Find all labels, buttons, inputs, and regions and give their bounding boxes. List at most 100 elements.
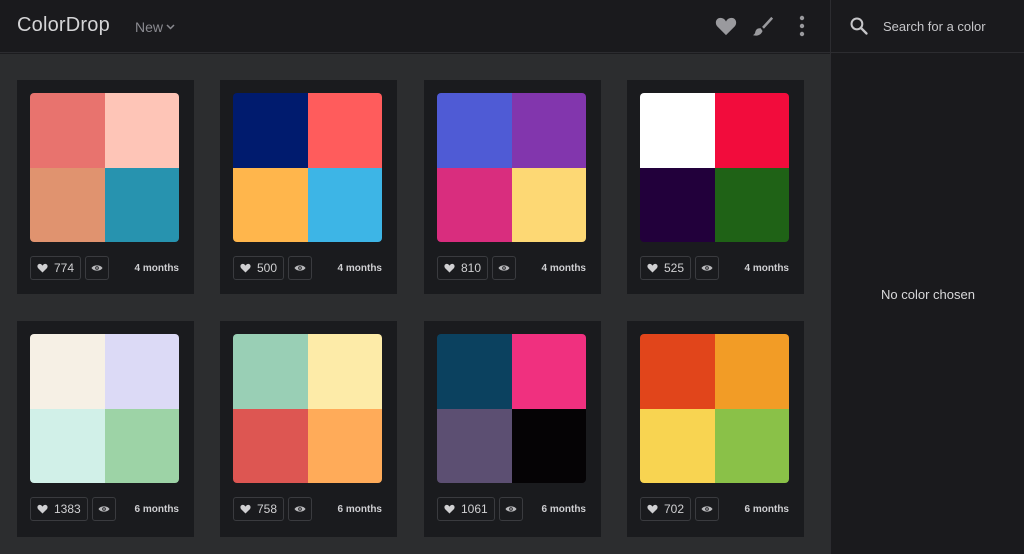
color-swatch[interactable]	[640, 408, 715, 483]
color-swatch[interactable]	[437, 167, 512, 242]
view-palette-button[interactable]	[695, 497, 720, 521]
palette-card[interactable]: 758 6 months	[220, 321, 397, 537]
palette-swatch[interactable]	[640, 93, 789, 242]
sort-filter-dropdown[interactable]: New	[135, 19, 175, 35]
like-button[interactable]: 525	[640, 256, 692, 280]
palette-age: 6 months	[337, 503, 382, 515]
view-palette-button[interactable]	[498, 497, 523, 521]
palette-age: 4 months	[541, 262, 586, 274]
palette-swatch[interactable]	[233, 334, 382, 483]
palette-grid: 774 4 months 500 4 months 810 4 months 525 4 mo…	[0, 54, 830, 554]
card-footer: 774 4 months	[30, 255, 179, 281]
create-palette-button[interactable]	[751, 12, 775, 40]
color-swatch[interactable]	[511, 93, 586, 168]
eye-icon	[294, 265, 306, 271]
like-button[interactable]: 1061	[437, 497, 495, 521]
palette-card[interactable]: 702 6 months	[627, 321, 804, 537]
palette-card[interactable]: 525 4 months	[627, 80, 804, 294]
like-button[interactable]: 1383	[30, 497, 88, 521]
palette-swatch[interactable]	[437, 334, 586, 483]
filter-label: New	[135, 19, 164, 35]
color-swatch[interactable]	[104, 167, 179, 242]
color-swatch[interactable]	[437, 408, 512, 483]
palette-age: 4 months	[337, 262, 382, 274]
color-swatch[interactable]	[233, 93, 308, 168]
color-swatch[interactable]	[640, 334, 715, 409]
palette-age: 6 months	[744, 503, 789, 515]
heart-icon	[444, 504, 455, 514]
no-color-message: No color chosen	[881, 287, 975, 302]
color-swatch[interactable]	[233, 334, 308, 409]
search-input[interactable]	[883, 18, 1013, 34]
palette-swatch[interactable]	[233, 93, 382, 242]
like-button[interactable]: 774	[30, 256, 82, 280]
color-swatch[interactable]	[307, 167, 382, 242]
color-swatch[interactable]	[104, 334, 179, 409]
heart-icon	[37, 263, 48, 273]
color-swatch[interactable]	[104, 408, 179, 483]
like-button[interactable]: 810	[437, 256, 489, 280]
color-swatch[interactable]	[437, 93, 512, 168]
color-swatch[interactable]	[233, 167, 308, 242]
palette-age: 6 months	[541, 503, 586, 515]
chevron-down-icon	[166, 24, 175, 30]
color-swatch[interactable]	[233, 408, 308, 483]
heart-icon	[444, 263, 455, 273]
color-swatch[interactable]	[104, 93, 179, 168]
color-swatch[interactable]	[714, 408, 789, 483]
color-swatch[interactable]	[30, 93, 105, 168]
color-swatch[interactable]	[714, 334, 789, 409]
palette-card[interactable]: 774 4 months	[17, 80, 194, 294]
eye-icon	[498, 265, 510, 271]
view-palette-button[interactable]	[288, 256, 313, 280]
heart-icon	[240, 263, 251, 273]
card-footer: 702 6 months	[640, 496, 789, 522]
search-bar[interactable]	[831, 0, 1024, 53]
like-button[interactable]: 500	[233, 256, 285, 280]
favorites-heart-button[interactable]	[714, 12, 738, 40]
heart-icon	[715, 17, 737, 36]
color-swatch[interactable]	[640, 93, 715, 168]
like-count: 702	[664, 502, 685, 516]
like-count: 525	[664, 261, 685, 275]
eye-icon	[701, 506, 713, 512]
palette-swatch[interactable]	[30, 93, 179, 242]
palette-card[interactable]: 810 4 months	[424, 80, 601, 294]
like-count: 1383	[54, 502, 81, 516]
palette-card[interactable]: 500 4 months	[220, 80, 397, 294]
color-swatch[interactable]	[714, 93, 789, 168]
color-swatch[interactable]	[30, 334, 105, 409]
color-swatch[interactable]	[437, 334, 512, 409]
color-swatch[interactable]	[307, 408, 382, 483]
color-swatch[interactable]	[30, 408, 105, 483]
card-footer: 500 4 months	[233, 255, 382, 281]
paint-brush-icon	[752, 16, 774, 36]
more-vertical-icon	[799, 15, 805, 37]
view-palette-button[interactable]	[288, 497, 313, 521]
color-swatch[interactable]	[714, 167, 789, 242]
view-palette-button[interactable]	[695, 256, 720, 280]
view-palette-button[interactable]	[492, 256, 517, 280]
palette-swatch[interactable]	[437, 93, 586, 242]
eye-icon	[98, 506, 110, 512]
like-button[interactable]: 758	[233, 497, 285, 521]
color-swatch[interactable]	[511, 408, 586, 483]
palette-swatch[interactable]	[30, 334, 179, 483]
palette-card[interactable]: 1061 6 months	[424, 321, 601, 537]
color-swatch[interactable]	[511, 167, 586, 242]
view-palette-button[interactable]	[91, 497, 116, 521]
color-swatch[interactable]	[30, 167, 105, 242]
top-bar: ColorDrop New	[0, 0, 830, 53]
more-options-button[interactable]	[790, 12, 814, 40]
color-swatch[interactable]	[307, 93, 382, 168]
eye-icon	[294, 506, 306, 512]
like-button[interactable]: 702	[640, 497, 692, 521]
view-palette-button[interactable]	[85, 256, 110, 280]
palette-swatch[interactable]	[640, 334, 789, 483]
palette-card[interactable]: 1383 6 months	[17, 321, 194, 537]
color-swatch[interactable]	[640, 167, 715, 242]
app-logo[interactable]: ColorDrop	[17, 14, 110, 37]
color-swatch[interactable]	[511, 334, 586, 409]
color-swatch[interactable]	[307, 334, 382, 409]
search-icon	[850, 17, 868, 35]
